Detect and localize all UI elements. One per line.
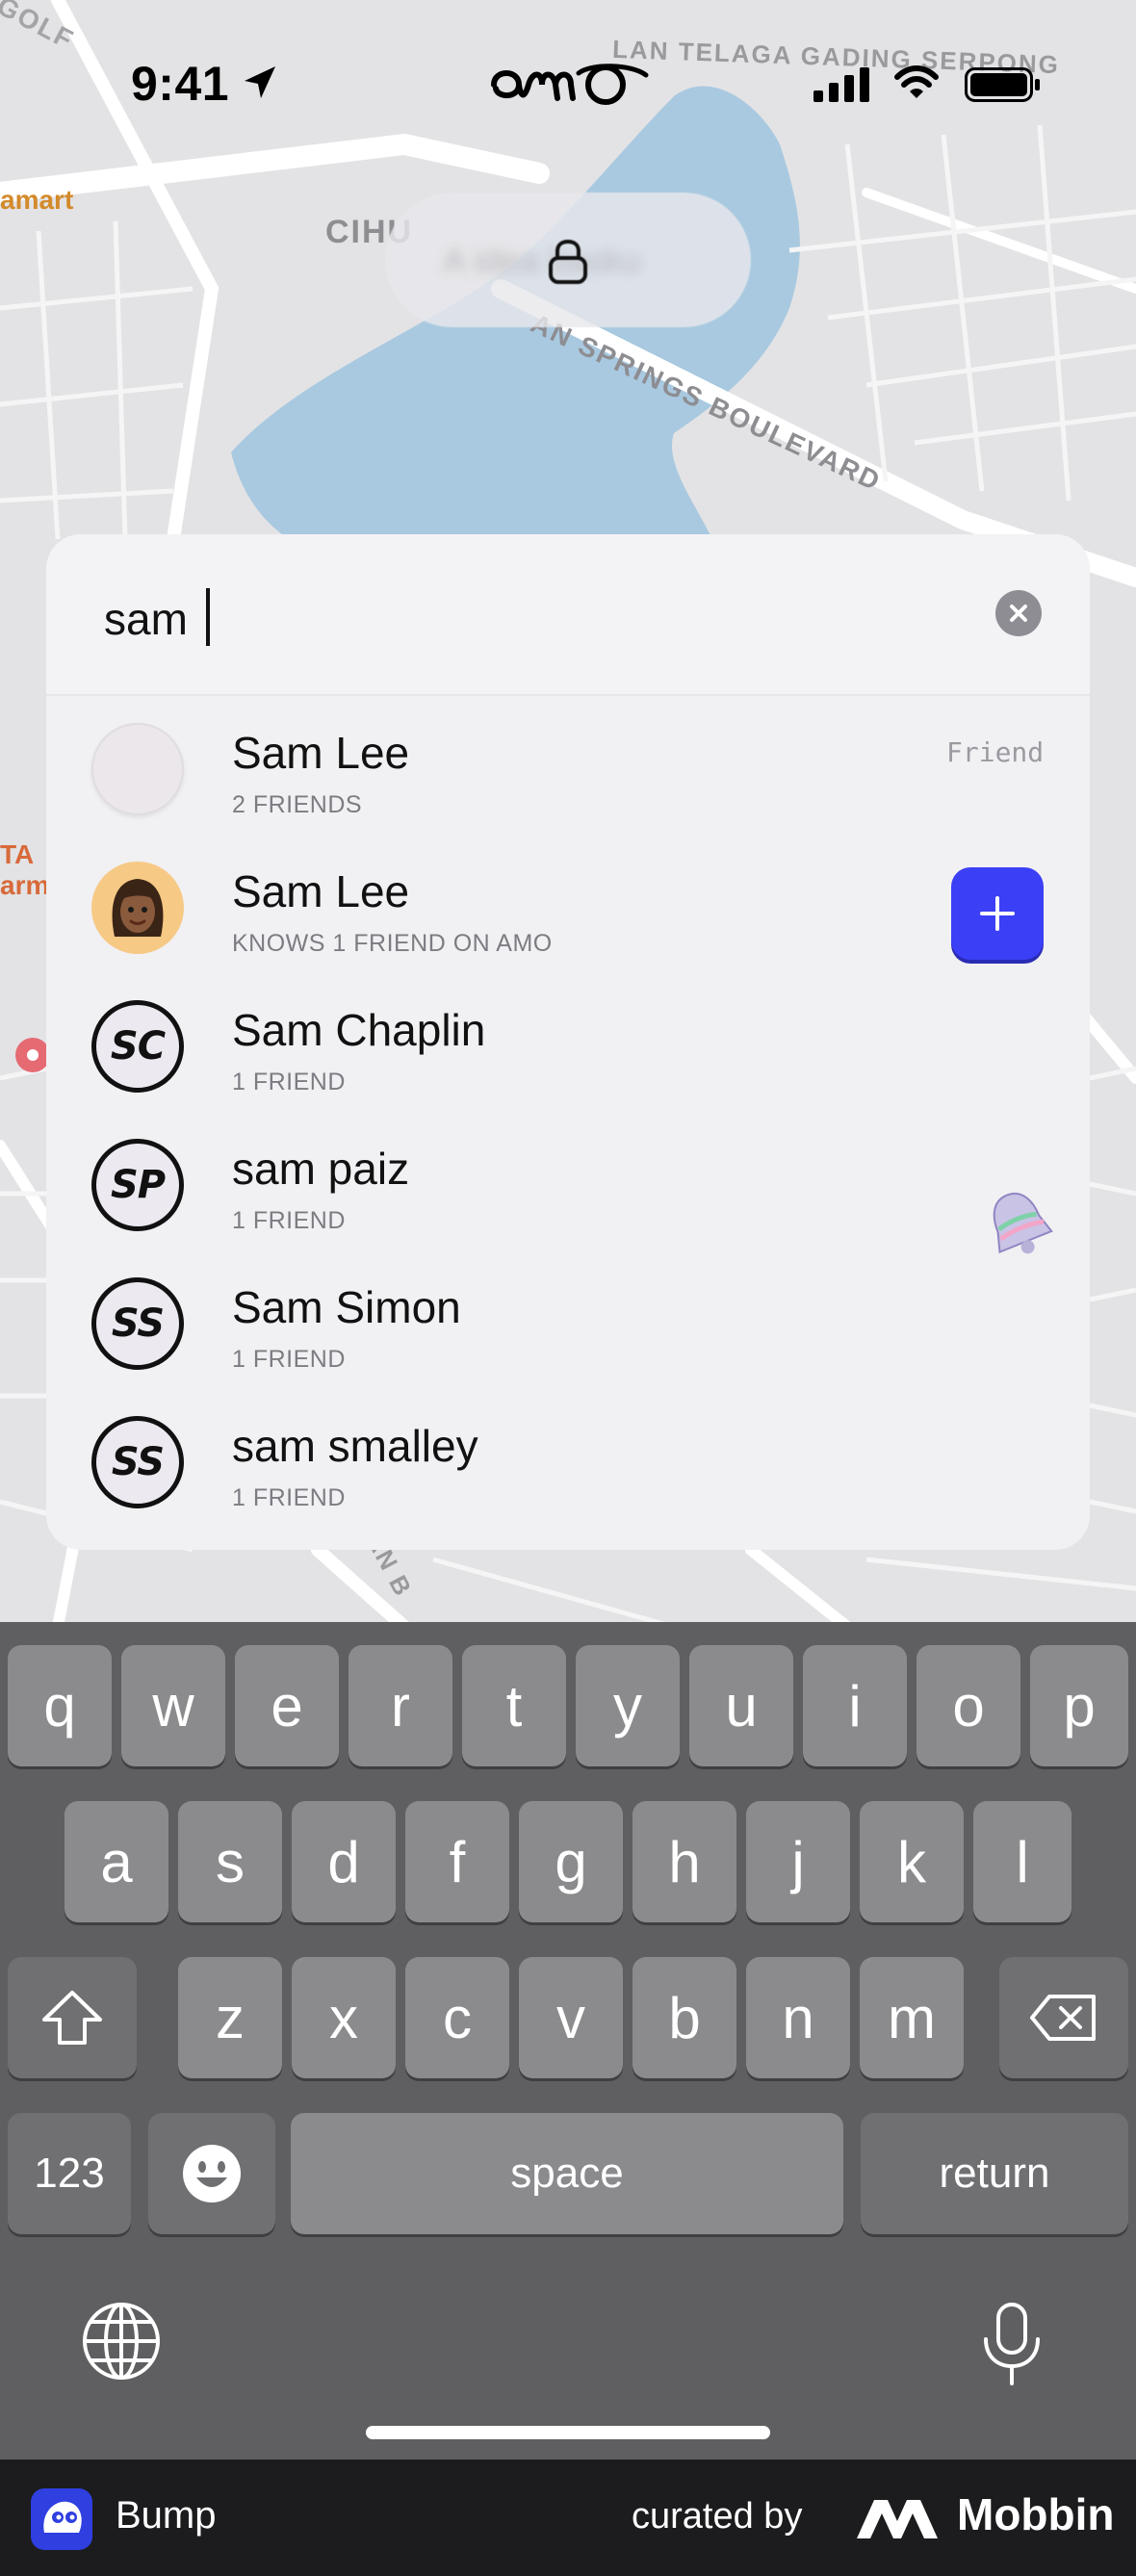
key-m[interactable]: m: [860, 1957, 964, 2078]
keyboard: q w e r t y u i o p a s d f g h j k l z …: [0, 1622, 1136, 2460]
add-friend-button[interactable]: [951, 867, 1044, 960]
key-c[interactable]: c: [405, 1957, 509, 2078]
key-u[interactable]: u: [689, 1645, 793, 1766]
emoji-key[interactable]: [148, 2113, 275, 2234]
result-row[interactable]: SS Sam Simon 1 FRIEND: [46, 1252, 1090, 1391]
result-name: sam smalley: [232, 1421, 478, 1471]
status-time: 9:41: [131, 57, 230, 111]
avatar: SP: [91, 1139, 184, 1231]
avatar: SC: [91, 1000, 184, 1093]
lock-pill-text: A idea basku: [443, 241, 642, 280]
result-name: Sam Simon: [232, 1282, 461, 1332]
result-name: Sam Lee: [232, 866, 410, 916]
result-subtitle: 1 FRIEND: [232, 1069, 346, 1095]
delete-backspace-icon: [1030, 1995, 1096, 2041]
key-x[interactable]: x: [292, 1957, 396, 2078]
result-name: sam paiz: [232, 1144, 410, 1194]
avatar: [91, 723, 184, 815]
location-arrow-icon: [245, 66, 275, 98]
wifi-icon: [894, 65, 939, 98]
search-input[interactable]: [104, 590, 970, 648]
memoji-avatar-icon: [112, 879, 164, 937]
search-results-sheet: Sam Lee 2 FRIENDS Friend Sam Lee KNOWS 1…: [46, 534, 1090, 1550]
friend-status-tag: Friend: [946, 736, 1045, 768]
key-q[interactable]: q: [8, 1645, 112, 1766]
xmark-circle-icon: [1010, 605, 1027, 622]
shift-icon: [42, 1991, 102, 2045]
result-row[interactable]: SP sam paiz 1 FRIEND: [46, 1114, 1090, 1252]
key-e[interactable]: e: [235, 1645, 339, 1766]
map-label-amart: amart: [0, 185, 74, 215]
result-subtitle: KNOWS 1 FRIEND ON AMO: [232, 930, 553, 957]
key-s[interactable]: s: [178, 1801, 282, 1922]
numbers-key[interactable]: 123: [8, 2113, 131, 2234]
battery-icon: [965, 67, 1040, 102]
search-bar: [46, 534, 1090, 696]
key-l[interactable]: l: [973, 1801, 1071, 1922]
emoji-smiley-icon: [183, 2145, 241, 2202]
key-p[interactable]: p: [1030, 1645, 1128, 1766]
space-key[interactable]: space: [291, 2113, 843, 2234]
bump-app-name: Bump: [116, 2494, 217, 2537]
result-name: Sam Lee: [232, 728, 410, 778]
curated-by-label: curated by: [632, 2496, 803, 2537]
globe-icon[interactable]: [81, 2301, 162, 2382]
key-t[interactable]: t: [462, 1645, 566, 1766]
text-caret: [206, 588, 210, 646]
lock-pill[interactable]: A idea basku: [385, 193, 751, 327]
key-h[interactable]: h: [633, 1801, 736, 1922]
result-subtitle: 2 FRIENDS: [232, 791, 363, 818]
signal-icon: [813, 67, 869, 102]
key-v[interactable]: v: [519, 1957, 623, 2078]
avatar: [91, 862, 184, 954]
key-j[interactable]: j: [746, 1801, 850, 1922]
key-z[interactable]: z: [178, 1957, 282, 2078]
key-a[interactable]: a: [65, 1801, 168, 1922]
result-row[interactable]: Sam Lee 2 FRIENDS Friend: [46, 698, 1090, 837]
microphone-icon[interactable]: [978, 2301, 1046, 2387]
result-name: Sam Chaplin: [232, 1005, 486, 1055]
attribution-banner: Bump curated by Mobbin: [0, 2460, 1136, 2576]
mobbin-logo-icon: [857, 2500, 938, 2538]
result-subtitle: 1 FRIEND: [232, 1484, 346, 1511]
amo-logo-icon: [491, 64, 649, 105]
key-f[interactable]: f: [405, 1801, 509, 1922]
return-key[interactable]: return: [861, 2113, 1128, 2234]
map-label-ta: TA: [0, 839, 35, 869]
key-y[interactable]: y: [576, 1645, 680, 1766]
key-b[interactable]: b: [633, 1957, 736, 2078]
result-row[interactable]: Sam Lee KNOWS 1 FRIEND ON AMO: [46, 837, 1090, 975]
key-g[interactable]: g: [519, 1801, 623, 1922]
home-indicator[interactable]: [366, 2426, 770, 2439]
key-w[interactable]: w: [121, 1645, 225, 1766]
bump-logo-icon: [31, 2488, 92, 2550]
shift-key[interactable]: [8, 1957, 137, 2078]
result-row[interactable]: SC Sam Chaplin 1 FRIEND: [46, 975, 1090, 1114]
key-o[interactable]: o: [917, 1645, 1020, 1766]
key-k[interactable]: k: [860, 1801, 964, 1922]
lock-icon: [549, 239, 587, 284]
plus-icon: [980, 896, 1015, 931]
avatar: SS: [91, 1277, 184, 1370]
avatar: SS: [91, 1416, 184, 1508]
delete-key[interactable]: [999, 1957, 1128, 2078]
map-label-arm: arm: [0, 870, 50, 900]
status-bar: 9:41: [0, 0, 1136, 164]
result-subtitle: 1 FRIEND: [232, 1207, 346, 1234]
key-d[interactable]: d: [292, 1801, 396, 1922]
key-n[interactable]: n: [746, 1957, 850, 2078]
clear-search-button[interactable]: [995, 590, 1042, 636]
result-row[interactable]: SS sam smalley 1 FRIEND: [46, 1391, 1090, 1530]
bell-sticker-icon: [993, 1193, 1053, 1254]
key-r[interactable]: r: [349, 1645, 452, 1766]
key-i[interactable]: i: [803, 1645, 907, 1766]
mobbin-brand-name: Mobbin: [957, 2489, 1115, 2539]
result-subtitle: 1 FRIEND: [232, 1346, 346, 1373]
